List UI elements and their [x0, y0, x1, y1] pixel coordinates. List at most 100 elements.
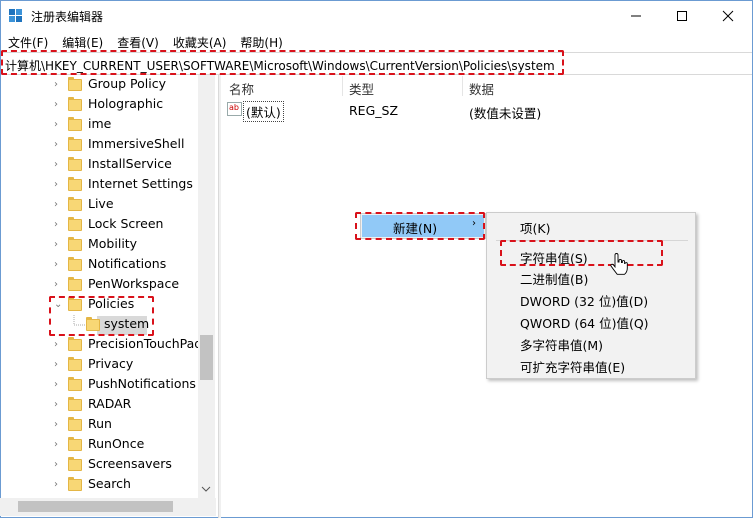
- tree-item[interactable]: › Internet Settings: [0, 175, 200, 195]
- folder-icon: [68, 397, 82, 411]
- chevron-right-icon[interactable]: ›: [54, 419, 64, 431]
- menu-file[interactable]: 文件(F): [1, 31, 55, 51]
- tree-item-label: Screensavers: [88, 456, 172, 471]
- tree-item[interactable]: › Notifications: [0, 255, 200, 275]
- tree-item-label: Lock Screen: [88, 216, 164, 231]
- tree-item-label: Holographic: [88, 96, 164, 111]
- chevron-right-icon[interactable]: ›: [54, 359, 64, 371]
- folder-icon: [68, 237, 82, 251]
- maximize-button[interactable]: [659, 1, 705, 31]
- menu-help[interactable]: 帮助(H): [233, 31, 289, 51]
- folder-icon: [68, 437, 82, 451]
- tree-item[interactable]: › Screensavers: [0, 455, 200, 475]
- tree-item[interactable]: › Holographic: [0, 95, 200, 115]
- submenu-item-key[interactable]: 项(K): [520, 218, 550, 237]
- folder-icon: [68, 337, 82, 351]
- folder-icon: [68, 197, 82, 211]
- minimize-button[interactable]: [613, 1, 659, 31]
- chevron-right-icon[interactable]: ›: [54, 239, 64, 251]
- scroll-down-icon[interactable]: [201, 484, 211, 494]
- hand-cursor-icon: [610, 253, 628, 275]
- tree-item[interactable]: › Live: [0, 195, 200, 215]
- folder-icon: [68, 257, 82, 271]
- chevron-right-icon[interactable]: ›: [54, 139, 64, 151]
- submenu-item-expandable-string[interactable]: 可扩充字符串值(E): [520, 357, 625, 376]
- value-type: REG_SZ: [349, 103, 399, 118]
- chevron-right-icon[interactable]: ›: [54, 119, 64, 131]
- tree-item-label: Run: [88, 416, 112, 431]
- value-data: (数值未设置): [469, 106, 542, 121]
- tree-item-label: RADAR: [88, 396, 132, 411]
- value-name[interactable]: (默认): [243, 101, 284, 122]
- chevron-right-icon[interactable]: ›: [54, 199, 64, 211]
- tree-item[interactable]: › Lock Screen: [0, 215, 200, 235]
- folder-icon: [68, 177, 82, 191]
- menu-edit[interactable]: 编辑(E): [55, 31, 110, 51]
- submenu-item-qword[interactable]: QWORD (64 位)值(Q): [520, 313, 649, 332]
- column-separator[interactable]: [342, 76, 343, 96]
- chevron-right-icon[interactable]: ›: [54, 259, 64, 271]
- tree-item[interactable]: › ime: [0, 115, 200, 135]
- tree-item[interactable]: › PenWorkspace: [0, 275, 200, 295]
- folder-icon: [68, 77, 82, 91]
- tree-vertical-scroll-thumb[interactable]: [200, 335, 213, 380]
- chevron-right-icon[interactable]: ›: [54, 459, 64, 471]
- column-header-data[interactable]: 数据: [469, 79, 494, 98]
- chevron-right-icon[interactable]: ›: [54, 339, 64, 351]
- tree-item[interactable]: › RunOnce: [0, 435, 200, 455]
- tree-item-label: Mobility: [88, 236, 138, 251]
- folder-icon: [68, 137, 82, 151]
- submenu-item-dword[interactable]: DWORD (32 位)值(D): [520, 291, 648, 310]
- chevron-right-icon[interactable]: ›: [54, 99, 64, 111]
- tree-item[interactable]: › Search: [0, 475, 200, 495]
- tree-item-label: PushNotifications: [88, 376, 196, 391]
- folder-icon: [68, 117, 82, 131]
- folder-icon: [68, 477, 82, 491]
- close-button[interactable]: [705, 1, 751, 31]
- tree-item-label: Notifications: [88, 256, 167, 271]
- close-icon: [722, 10, 734, 22]
- tree-item[interactable]: › Run: [0, 415, 200, 435]
- tree-item[interactable]: › PrecisionTouchPad: [0, 335, 202, 355]
- menu-favorites[interactable]: 收藏夹(A): [166, 31, 234, 51]
- tree-item[interactable]: › Mobility: [0, 235, 200, 255]
- tree-vertical-scrollbar[interactable]: [198, 75, 215, 498]
- folder-icon: [68, 417, 82, 431]
- folder-icon: [68, 377, 82, 391]
- policies-system-highlight: [49, 296, 154, 336]
- tree-item[interactable]: › InstallService: [0, 155, 200, 175]
- chevron-right-icon[interactable]: ›: [54, 479, 64, 491]
- tree-item[interactable]: › Group Policy: [0, 75, 200, 95]
- chevron-right-icon[interactable]: ›: [54, 399, 64, 411]
- submenu-item-multi-string[interactable]: 多字符串值(M): [520, 335, 603, 354]
- chevron-right-icon[interactable]: ›: [54, 379, 64, 391]
- submenu-item-binary-value[interactable]: 二进制值(B): [520, 269, 588, 288]
- tree-item[interactable]: › PushNotifications: [0, 375, 200, 395]
- chevron-right-icon[interactable]: ›: [54, 79, 64, 91]
- column-header-name[interactable]: 名称: [229, 79, 254, 98]
- chevron-right-icon[interactable]: ›: [54, 179, 64, 191]
- maximize-icon: [677, 11, 687, 21]
- folder-icon: [68, 277, 82, 291]
- minimize-icon: [631, 15, 641, 17]
- tree-item-label: Group Policy: [88, 76, 166, 91]
- string-value-highlight: [500, 240, 663, 266]
- menu-view[interactable]: 查看(V): [110, 31, 166, 51]
- pane-splitter[interactable]: [218, 75, 221, 518]
- chevron-right-icon[interactable]: ›: [54, 219, 64, 231]
- new-menu-highlight: [355, 212, 485, 240]
- tree-item[interactable]: › ImmersiveShell: [0, 135, 200, 155]
- tree-item[interactable]: › RADAR: [0, 395, 200, 415]
- tree-item[interactable]: › Privacy: [0, 355, 200, 375]
- title-bar: 注册表编辑器: [1, 1, 752, 31]
- tree-item-label: RunOnce: [88, 436, 145, 451]
- chevron-right-icon[interactable]: ›: [54, 279, 64, 291]
- folder-icon: [68, 457, 82, 471]
- tree-item-label: Internet Settings: [88, 176, 193, 191]
- column-separator[interactable]: [462, 76, 463, 96]
- chevron-right-icon[interactable]: ›: [54, 159, 64, 171]
- column-header-type[interactable]: 类型: [349, 79, 374, 98]
- tree-horizontal-scroll-thumb[interactable]: [18, 501, 173, 512]
- tree-item-label: Privacy: [88, 356, 134, 371]
- chevron-right-icon[interactable]: ›: [54, 439, 64, 451]
